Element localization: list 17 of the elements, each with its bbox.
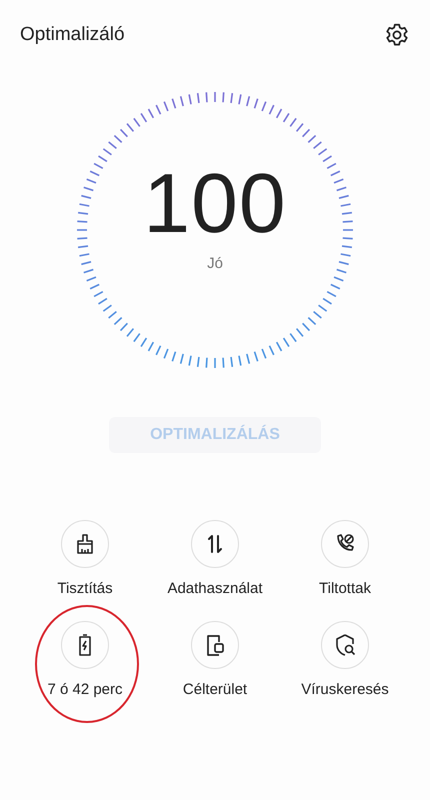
tool-button[interactable] (321, 621, 369, 669)
tool-label: Víruskeresés (301, 681, 389, 698)
tool-button[interactable] (191, 520, 239, 568)
tool-label: Tisztítás (57, 580, 113, 597)
tool-label: Célterület (182, 681, 248, 698)
shield-search-icon (333, 633, 357, 657)
tool-label: Adathasználat (167, 580, 263, 597)
tool-label: 7 ó 42 perc (47, 681, 123, 698)
tool-label: Tiltottak (319, 580, 371, 597)
score-value: 100 (143, 160, 287, 244)
page-title: Optimalizáló (20, 24, 125, 46)
tool-button[interactable] (191, 621, 239, 669)
settings-icon[interactable] (384, 22, 410, 48)
tool-button[interactable] (321, 520, 369, 568)
tool-button[interactable] (61, 520, 109, 568)
score-rating: Jó (207, 254, 223, 272)
tool-button[interactable] (61, 621, 109, 669)
